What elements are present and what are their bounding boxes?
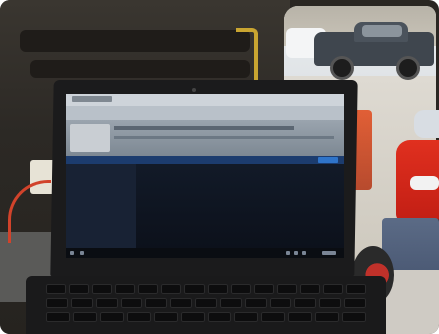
photo-scene	[0, 0, 439, 334]
tray-icon[interactable]	[294, 251, 298, 255]
key[interactable]	[346, 284, 367, 294]
app-blue-bar	[66, 156, 344, 164]
key[interactable]	[153, 312, 178, 322]
key[interactable]	[126, 312, 151, 322]
key[interactable]	[207, 312, 232, 322]
key[interactable]	[115, 284, 136, 294]
key[interactable]	[92, 284, 113, 294]
truck-front-wheel	[330, 56, 354, 80]
app-side-panel	[66, 164, 136, 248]
app-title-bar	[66, 94, 344, 106]
key[interactable]	[72, 312, 97, 322]
key[interactable]	[99, 312, 124, 322]
key[interactable]	[294, 298, 317, 308]
key[interactable]	[46, 284, 67, 294]
webcam-icon	[192, 88, 196, 92]
key[interactable]	[261, 312, 286, 322]
key[interactable]	[138, 284, 159, 294]
key[interactable]	[184, 284, 205, 294]
app-action-button[interactable]	[318, 157, 338, 163]
app-toolbar[interactable]	[66, 106, 344, 127]
key[interactable]	[319, 298, 342, 308]
key[interactable]	[180, 312, 205, 322]
van-rib-upper	[20, 30, 250, 52]
laptop-screen	[66, 94, 344, 258]
key[interactable]	[234, 312, 259, 322]
key[interactable]	[69, 284, 90, 294]
key[interactable]	[70, 298, 93, 308]
app-track-strip-2	[114, 136, 334, 139]
person-head	[414, 110, 439, 138]
pickup-truck-window	[362, 25, 402, 37]
key[interactable]	[253, 284, 274, 294]
app-title-text	[72, 96, 112, 102]
app-thumbnail[interactable]	[70, 124, 110, 152]
app-track-strip	[114, 126, 294, 130]
key[interactable]	[276, 284, 297, 294]
key[interactable]	[207, 284, 228, 294]
key[interactable]	[95, 298, 118, 308]
key[interactable]	[120, 298, 143, 308]
tray-icon[interactable]	[286, 251, 290, 255]
key[interactable]	[244, 298, 267, 308]
key[interactable]	[195, 298, 217, 308]
key[interactable]	[230, 284, 251, 294]
keyboard-row-3	[46, 312, 367, 322]
tray-clock[interactable]	[322, 251, 336, 255]
taskbar-icon[interactable]	[80, 251, 84, 255]
key[interactable]	[170, 298, 193, 308]
key[interactable]	[145, 298, 168, 308]
key[interactable]	[315, 312, 340, 322]
key[interactable]	[342, 312, 367, 322]
taskbar-icon[interactable]	[70, 251, 74, 255]
key[interactable]	[46, 298, 68, 308]
key[interactable]	[322, 284, 344, 294]
keyboard-row-1	[46, 284, 367, 294]
key[interactable]	[46, 312, 70, 322]
tray-icon[interactable]	[302, 251, 306, 255]
key[interactable]	[288, 312, 313, 322]
key[interactable]	[219, 298, 242, 308]
keyboard-row-2	[46, 298, 366, 308]
person-arm	[410, 176, 439, 190]
key[interactable]	[269, 298, 292, 308]
van-rib-middle	[30, 60, 250, 78]
truck-rear-wheel	[396, 56, 420, 80]
key[interactable]	[344, 298, 366, 308]
key[interactable]	[299, 284, 320, 294]
key[interactable]	[161, 284, 182, 294]
